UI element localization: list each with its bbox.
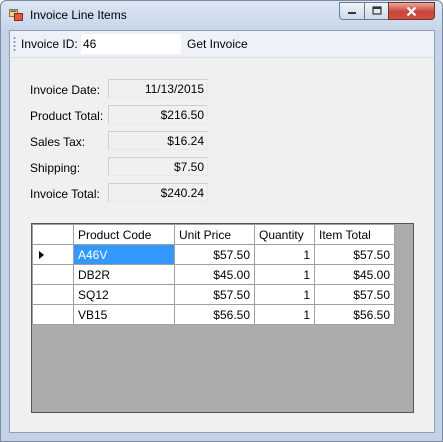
- cell-unit-price[interactable]: $57.50: [174, 244, 255, 265]
- product-total-label: Product Total:: [30, 109, 104, 123]
- invoice-date-value: 11/13/2015: [108, 79, 208, 98]
- sales-tax-value: $16.24: [108, 131, 208, 150]
- minimize-button[interactable]: [339, 2, 365, 20]
- current-row-arrow-icon: [39, 250, 44, 259]
- line-items-table: Product Code Unit Price Quantity Item To…: [32, 224, 395, 325]
- column-header-unit-price[interactable]: Unit Price: [174, 224, 255, 245]
- cell-unit-price[interactable]: $57.50: [174, 284, 255, 305]
- table-row[interactable]: DB2R $45.00 1 $45.00: [32, 264, 395, 285]
- cell-quantity[interactable]: 1: [254, 284, 315, 305]
- form-client-area: Invoice ID: Get Invoice Invoice Date: 11…: [9, 30, 435, 433]
- cell-product-code[interactable]: DB2R: [73, 264, 175, 285]
- invoice-id-input[interactable]: [81, 34, 181, 54]
- invoice-toolbar: Invoice ID: Get Invoice: [10, 31, 434, 58]
- row-header[interactable]: [32, 284, 74, 305]
- cell-unit-price[interactable]: $56.50: [174, 304, 255, 325]
- cell-quantity[interactable]: 1: [254, 264, 315, 285]
- invoice-id-label: Invoice ID:: [21, 37, 78, 51]
- cell-item-total[interactable]: $57.50: [314, 284, 395, 305]
- column-header-item-total[interactable]: Item Total: [314, 224, 395, 245]
- invoice-total-value: $240.24: [108, 183, 208, 202]
- get-invoice-button[interactable]: Get Invoice: [187, 37, 248, 51]
- grid-header-row: Product Code Unit Price Quantity Item To…: [32, 224, 395, 245]
- cell-product-code[interactable]: A46V: [73, 244, 175, 265]
- table-row[interactable]: SQ12 $57.50 1 $57.50: [32, 284, 395, 305]
- row-header[interactable]: [32, 244, 74, 265]
- row-header[interactable]: [32, 264, 74, 285]
- product-total-value: $216.50: [108, 105, 208, 124]
- grid-corner-header[interactable]: [32, 224, 74, 245]
- cell-item-total[interactable]: $56.50: [314, 304, 395, 325]
- maximize-icon: [371, 6, 382, 15]
- title-bar[interactable]: Invoice Line Items: [1, 1, 442, 30]
- cell-product-code[interactable]: SQ12: [73, 284, 175, 305]
- table-row[interactable]: A46V $57.50 1 $57.50: [32, 244, 395, 265]
- toolbar-grip-icon[interactable]: [13, 36, 16, 52]
- shipping-value: $7.50: [108, 157, 208, 176]
- window-title: Invoice Line Items: [30, 8, 127, 22]
- main-window: Invoice Line Items Invoice ID: Get Invoi…: [0, 0, 443, 442]
- cell-quantity[interactable]: 1: [254, 304, 315, 325]
- line-items-grid[interactable]: Product Code Unit Price Quantity Item To…: [31, 223, 414, 413]
- cell-item-total[interactable]: $45.00: [314, 264, 395, 285]
- maximize-button[interactable]: [364, 2, 389, 20]
- cell-unit-price[interactable]: $45.00: [174, 264, 255, 285]
- table-row[interactable]: VB15 $56.50 1 $56.50: [32, 304, 395, 325]
- row-header[interactable]: [32, 304, 74, 325]
- column-header-product-code[interactable]: Product Code: [73, 224, 175, 245]
- invoice-date-label: Invoice Date:: [30, 83, 101, 97]
- cell-item-total[interactable]: $57.50: [314, 244, 395, 265]
- shipping-label: Shipping:: [30, 161, 81, 175]
- invoice-total-label: Invoice Total:: [30, 187, 100, 201]
- cell-product-code[interactable]: VB15: [73, 304, 175, 325]
- column-header-quantity[interactable]: Quantity: [254, 224, 315, 245]
- minimize-icon: [348, 12, 356, 14]
- sales-tax-label: Sales Tax:: [30, 135, 86, 149]
- form-app-icon: [9, 9, 23, 21]
- cell-quantity[interactable]: 1: [254, 244, 315, 265]
- close-button[interactable]: [388, 2, 435, 20]
- close-icon: [406, 6, 417, 16]
